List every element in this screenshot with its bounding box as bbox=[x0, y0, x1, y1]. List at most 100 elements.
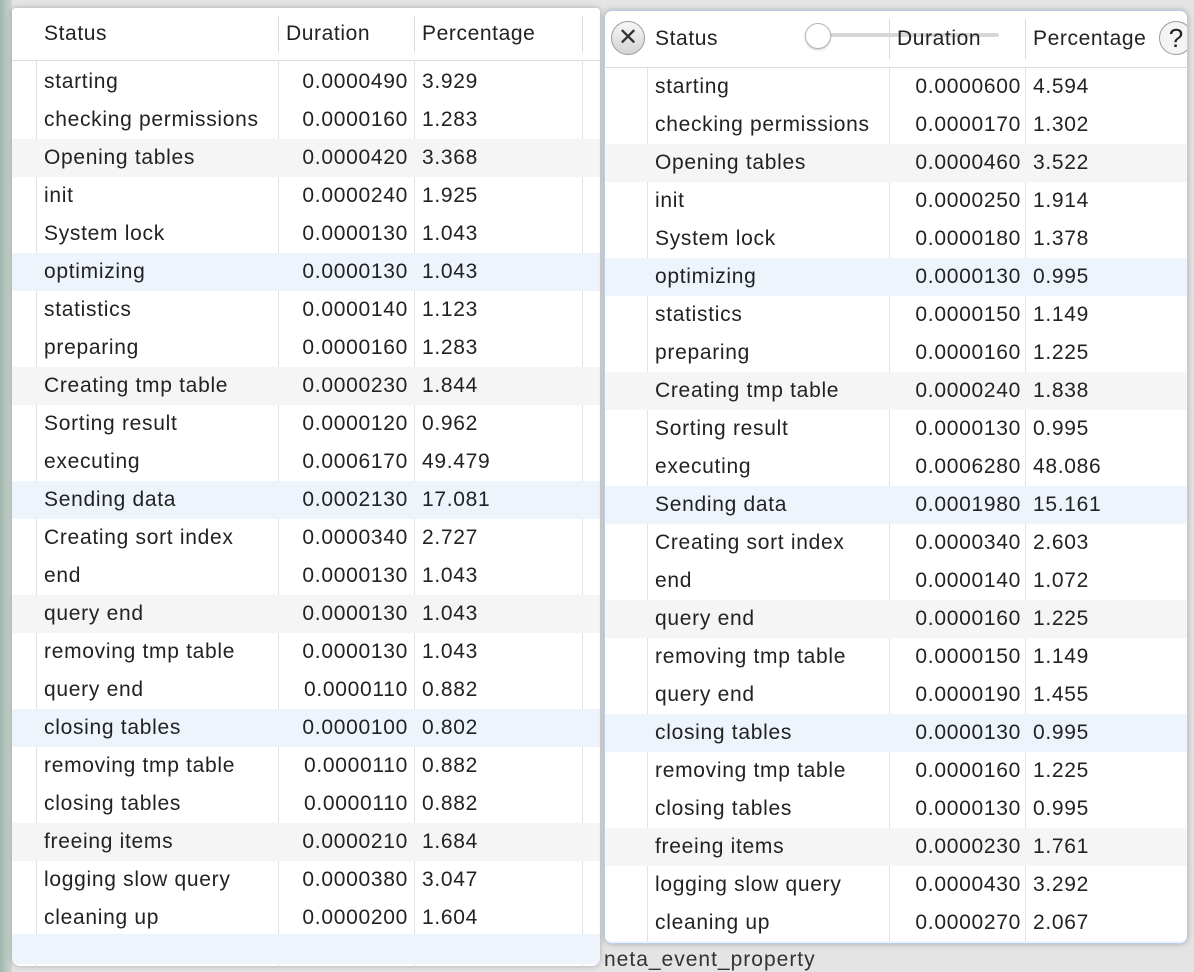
table-row[interactable]: System lock 0.0000130 1.043 bbox=[12, 215, 600, 253]
percentage-cell: 0.995 bbox=[1033, 265, 1090, 288]
table-row[interactable]: Opening tables 0.0000460 3.522 bbox=[605, 144, 1187, 182]
percentage-cell: 3.292 bbox=[1033, 873, 1090, 896]
table-row[interactable]: starting 0.0000600 4.594 bbox=[605, 68, 1187, 106]
status-cell: end bbox=[655, 569, 693, 592]
duration-column-header[interactable]: Duration bbox=[286, 8, 370, 60]
duration-cell: 0.0000210 bbox=[302, 830, 408, 853]
table-row[interactable]: closing tables 0.0000130 0.995 bbox=[605, 790, 1187, 828]
percentage-cell: 1.043 bbox=[422, 222, 479, 245]
table-row[interactable]: starting 0.0000490 3.929 bbox=[12, 63, 600, 101]
header-separator bbox=[582, 16, 583, 52]
table-row[interactable]: statistics 0.0000150 1.149 bbox=[605, 296, 1187, 334]
status-cell: logging slow query bbox=[655, 873, 842, 896]
table-row[interactable]: query end 0.0000160 1.225 bbox=[605, 600, 1187, 638]
status-cell: executing bbox=[655, 455, 752, 478]
table-row[interactable]: Sorting result 0.0000130 0.995 bbox=[605, 410, 1187, 448]
table-row[interactable]: init 0.0000250 1.914 bbox=[605, 182, 1187, 220]
table-row[interactable]: checking permissions 0.0000160 1.283 bbox=[12, 101, 600, 139]
percentage-cell: 0.882 bbox=[422, 678, 479, 701]
table-row[interactable]: end 0.0000130 1.043 bbox=[12, 557, 600, 595]
percentage-cell: 1.043 bbox=[422, 602, 479, 625]
status-cell: System lock bbox=[44, 222, 165, 245]
table-row[interactable]: query end 0.0000110 0.882 bbox=[12, 671, 600, 709]
duration-cell: 0.0000160 bbox=[915, 607, 1021, 630]
duration-cell: 0.0000340 bbox=[302, 526, 408, 549]
status-column-header[interactable]: Status bbox=[44, 8, 107, 60]
duration-cell: 0.0000130 bbox=[302, 602, 408, 625]
percentage-column-header[interactable]: Percentage bbox=[1033, 11, 1146, 67]
table-row[interactable]: query end 0.0000130 1.043 bbox=[12, 595, 600, 633]
status-column-header[interactable]: Status bbox=[655, 11, 718, 67]
duration-cell: 0.0000130 bbox=[915, 417, 1021, 440]
table-row[interactable]: logging slow query 0.0000380 3.047 bbox=[12, 861, 600, 899]
duration-cell: 0.0000230 bbox=[302, 374, 408, 397]
status-cell: closing tables bbox=[655, 797, 793, 820]
duration-cell: 0.0000130 bbox=[302, 260, 408, 283]
duration-cell: 0.0000420 bbox=[302, 146, 408, 169]
right-profile-table: starting 0.0000600 4.594 checking permissio… bbox=[604, 10, 1188, 944]
table-row[interactable]: cleaning up 0.0000270 2.067 bbox=[605, 904, 1187, 942]
table-row[interactable]: removing tmp table 0.0000130 1.043 bbox=[12, 633, 600, 671]
left-table-header: Status Duration Percentage bbox=[12, 8, 600, 61]
table-row[interactable]: preparing 0.0000160 1.225 bbox=[605, 334, 1187, 372]
table-row[interactable]: executing 0.0006280 48.086 bbox=[605, 448, 1187, 486]
status-cell: query end bbox=[655, 607, 755, 630]
close-icon[interactable]: ✕ bbox=[611, 21, 645, 55]
table-row[interactable]: Opening tables 0.0000420 3.368 bbox=[12, 139, 600, 177]
table-row[interactable]: init 0.0000240 1.925 bbox=[12, 177, 600, 215]
help-icon[interactable]: ? bbox=[1159, 21, 1187, 55]
table-row[interactable]: cleaning up 0.0000200 1.604 bbox=[12, 899, 600, 937]
table-row[interactable]: optimizing 0.0000130 1.043 bbox=[12, 253, 600, 291]
duration-cell: 0.0000250 bbox=[915, 189, 1021, 212]
status-cell: cleaning up bbox=[44, 906, 160, 929]
table-row[interactable]: Creating tmp table 0.0000230 1.844 bbox=[12, 367, 600, 405]
percentage-cell: 1.043 bbox=[422, 640, 479, 663]
status-cell: preparing bbox=[655, 341, 751, 364]
percentage-cell: 1.225 bbox=[1033, 759, 1090, 782]
table-row[interactable]: freeing items 0.0000210 1.684 bbox=[12, 823, 600, 861]
table-row[interactable]: executing 0.0006170 49.479 bbox=[12, 443, 600, 481]
table-row[interactable]: closing tables 0.0000110 0.882 bbox=[12, 785, 600, 823]
percentage-cell: 0.995 bbox=[1033, 417, 1090, 440]
table-row[interactable]: System lock 0.0000180 1.378 bbox=[605, 220, 1187, 258]
table-row[interactable]: Creating sort index 0.0000340 2.727 bbox=[12, 519, 600, 557]
status-cell: query end bbox=[44, 602, 144, 625]
percentage-cell: 17.081 bbox=[422, 488, 491, 511]
percentage-cell: 1.914 bbox=[1033, 189, 1090, 212]
header-separator bbox=[414, 16, 415, 52]
table-row[interactable]: removing tmp table 0.0000110 0.882 bbox=[12, 747, 600, 785]
table-row[interactable]: Sending data 0.0002130 17.081 bbox=[12, 481, 600, 519]
percentage-cell: 0.995 bbox=[1033, 797, 1090, 820]
table-row[interactable]: Sorting result 0.0000120 0.962 bbox=[12, 405, 600, 443]
table-row[interactable]: freeing items 0.0000230 1.761 bbox=[605, 828, 1187, 866]
percentage-cell: 0.962 bbox=[422, 412, 479, 435]
duration-cell: 0.0000160 bbox=[302, 108, 408, 131]
zoom-slider-knob[interactable] bbox=[805, 23, 831, 49]
table-row[interactable]: query end 0.0000190 1.455 bbox=[605, 676, 1187, 714]
table-row[interactable]: optimizing 0.0000130 0.995 bbox=[605, 258, 1187, 296]
table-row[interactable]: removing tmp table 0.0000160 1.225 bbox=[605, 752, 1187, 790]
table-row[interactable]: preparing 0.0000160 1.283 bbox=[12, 329, 600, 367]
table-row[interactable]: end 0.0000140 1.072 bbox=[605, 562, 1187, 600]
status-cell: preparing bbox=[44, 336, 140, 359]
percentage-cell: 4.594 bbox=[1033, 75, 1090, 98]
status-cell: optimizing bbox=[655, 265, 757, 288]
percentage-cell: 1.149 bbox=[1033, 303, 1090, 326]
duration-cell: 0.0000160 bbox=[915, 759, 1021, 782]
table-row[interactable]: statistics 0.0000140 1.123 bbox=[12, 291, 600, 329]
duration-cell: 0.0000130 bbox=[302, 564, 408, 587]
table-row[interactable]: Creating tmp table 0.0000240 1.838 bbox=[605, 372, 1187, 410]
table-row[interactable]: checking permissions 0.0000170 1.302 bbox=[605, 106, 1187, 144]
table-row[interactable]: closing tables 0.0000130 0.995 bbox=[605, 714, 1187, 752]
table-row[interactable]: Creating sort index 0.0000340 2.603 bbox=[605, 524, 1187, 562]
status-cell: logging slow query bbox=[44, 868, 231, 891]
percentage-column-header[interactable]: Percentage bbox=[422, 8, 535, 60]
duration-column-header[interactable]: Duration bbox=[897, 11, 981, 67]
duration-cell: 0.0000240 bbox=[302, 184, 408, 207]
percentage-cell: 3.368 bbox=[422, 146, 479, 169]
table-row[interactable]: logging slow query 0.0000430 3.292 bbox=[605, 866, 1187, 904]
table-row[interactable]: removing tmp table 0.0000150 1.149 bbox=[605, 638, 1187, 676]
table-row[interactable]: closing tables 0.0000100 0.802 bbox=[12, 709, 600, 747]
table-row[interactable]: Sending data 0.0001980 15.161 bbox=[605, 486, 1187, 524]
header-separator bbox=[1025, 19, 1026, 59]
